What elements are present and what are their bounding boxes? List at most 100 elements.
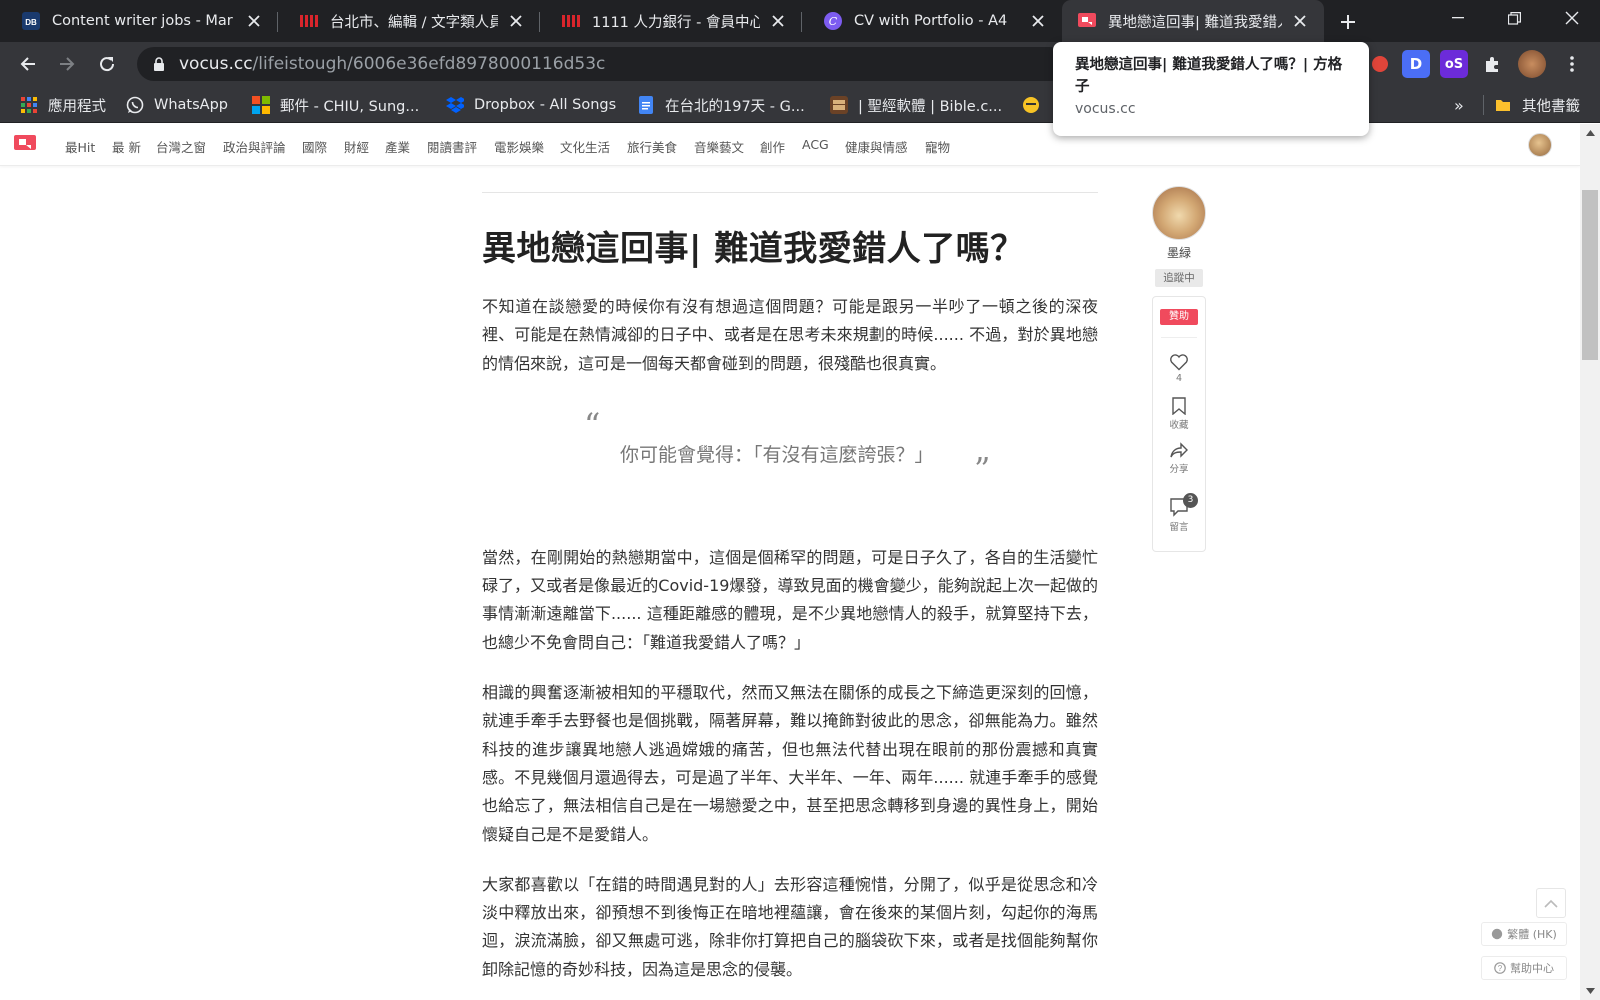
nav-international[interactable]: 國際 (302, 137, 327, 156)
nav-health[interactable]: 健康與情感 (845, 137, 908, 156)
smiley-icon (1022, 96, 1040, 114)
tab-close-icon[interactable] (766, 9, 790, 33)
user-avatar[interactable] (1528, 133, 1552, 157)
bookmark-whatsapp[interactable]: WhatsApp (126, 93, 228, 117)
nav-creation[interactable]: 創作 (760, 137, 785, 156)
restore-button[interactable] (1486, 0, 1542, 36)
nav-taiwan[interactable]: 台灣之窗 (156, 137, 206, 156)
db-icon: DB (22, 12, 40, 30)
profile-avatar[interactable] (1518, 50, 1546, 78)
hover-card-host: vocus.cc (1075, 101, 1136, 117)
tab-hover-card: 異地戀這回事| 難道我愛錯人了嗎？| 方格子 vocus.cc (1053, 42, 1369, 136)
scroll-to-top-button[interactable] (1536, 888, 1566, 918)
tab-close-icon[interactable] (1288, 9, 1312, 33)
os-extension-icon[interactable]: oS (1440, 50, 1468, 78)
bookmark-label: 收藏 (1169, 420, 1189, 431)
bookmark-apps[interactable]: 應用程式 (20, 93, 106, 117)
scrollbar-thumb[interactable] (1582, 190, 1598, 360)
author-avatar[interactable] (1152, 186, 1206, 240)
tab-content-writer-jobs[interactable]: DB Content writer jobs - Mar (0, 0, 278, 42)
tab-title: 台北市、編輯 / 文字類人員 (330, 14, 498, 31)
nav-acg[interactable]: ACG (802, 137, 829, 152)
new-tab-button[interactable] (1334, 8, 1362, 36)
url-host: vocus.cc (179, 54, 253, 74)
browser-tab-strip: DB Content writer jobs - Mar 台北市、編輯 / 文字… (0, 0, 1600, 42)
bookmark-google-doc[interactable]: 在台北的197天 - G... (637, 93, 805, 117)
nav-books[interactable]: 閱讀書評 (427, 137, 477, 156)
globe-icon (1492, 928, 1503, 940)
chrome-menu-icon[interactable] (1558, 50, 1586, 78)
tab-close-icon[interactable] (242, 9, 266, 33)
nav-music-art[interactable]: 音樂藝文 (694, 137, 744, 156)
bookmark-label: 其他書籤 (1522, 98, 1580, 115)
minimize-button[interactable] (1430, 0, 1486, 36)
bookmark-dropbox[interactable]: Dropbox - All Songs (446, 93, 616, 117)
help-center-button[interactable]: ? 幫助中心 (1481, 956, 1567, 980)
bookmark-other[interactable]: 其他書籤 (1494, 93, 1580, 117)
bookmark-mail[interactable]: 郵件 - CHIU, Sung... (252, 93, 419, 117)
tab-taipei-editor-jobs[interactable]: 台北市、編輯 / 文字類人員 (278, 0, 540, 42)
apps-grid-icon (20, 96, 38, 114)
nav-pets[interactable]: 寵物 (925, 137, 950, 156)
forward-button[interactable] (53, 50, 81, 78)
close-window-button[interactable] (1544, 0, 1600, 36)
article-paragraph: 相識的興奮逐漸被相知的平穩取代，然而又無法在關係的成長之下締造更深刻的回憶，就連… (482, 683, 1098, 844)
red-extension-icon[interactable] (1366, 50, 1394, 78)
article-paragraph: 不知道在談戀愛的時候你有沒有想過這個問題？可能是跟另一半吵了一頓之後的深夜裡、可… (482, 297, 1098, 373)
reload-button[interactable] (93, 50, 121, 78)
address-bar[interactable]: vocus.cc/lifeistough/6006e36efd897800011… (137, 47, 1067, 81)
tab-active-article[interactable]: 異地戀這回事| 難道我愛錯人了嗎？ (1062, 0, 1324, 42)
scroll-up-arrow[interactable] (1580, 124, 1600, 142)
nav-finance[interactable]: 財經 (344, 137, 369, 156)
nav-movies[interactable]: 電影娛樂 (494, 137, 544, 156)
bookmark-bible[interactable]: | 聖經軟體 | Bible.c... (830, 93, 1002, 117)
comment-label: 留言 (1169, 522, 1189, 533)
comment-button[interactable]: 3 留言 (1153, 493, 1205, 533)
back-button[interactable] (14, 50, 42, 78)
author-name[interactable]: 墨緑 (1152, 244, 1206, 261)
nav-travel[interactable]: 旅行美食 (627, 137, 677, 156)
heart-icon (1170, 354, 1188, 371)
quote-close-mark: ” (974, 449, 991, 488)
language-label: 繁體 (HK) (1507, 928, 1557, 941)
bookmark-label: WhatsApp (154, 97, 228, 113)
nav-latest[interactable]: 最 新 (112, 137, 141, 156)
bookmark-smiley[interactable] (1022, 93, 1050, 117)
svg-text:C: C (829, 15, 838, 28)
scroll-down-arrow[interactable] (1580, 982, 1600, 1000)
tab-title: 1111 人力銀行 - 會員中心 - (592, 14, 760, 31)
quote-text: 你可能會覺得：「有沒有這麼誇張？」 (620, 443, 934, 466)
language-button[interactable]: 繁體 (HK) (1481, 922, 1567, 946)
tab-close-icon[interactable] (504, 9, 528, 33)
tab-title: Content writer jobs - Mar (52, 13, 233, 29)
actions-divider (1161, 337, 1197, 338)
article-actions: 贊助 4 收藏 分享 3 留言 (1152, 296, 1206, 552)
sponsor-button[interactable]: 贊助 (1160, 309, 1198, 325)
svg-text:DB: DB (25, 18, 37, 27)
nav-politics[interactable]: 政治與評論 (223, 137, 286, 156)
quote-open-mark: “ (584, 405, 601, 444)
folder-icon (1494, 96, 1512, 114)
bookmarks-overflow-button[interactable]: » (1454, 93, 1464, 117)
canva-icon: C (824, 12, 842, 30)
nav-hit[interactable]: 最Hit (65, 137, 95, 156)
microsoft-icon (252, 96, 270, 114)
bookmark-icon (1172, 397, 1186, 415)
bookmark-button[interactable]: 收藏 (1153, 397, 1205, 431)
vocus-logo[interactable] (14, 135, 36, 153)
nav-culture[interactable]: 文化生活 (560, 137, 610, 156)
puzzle-extensions-icon[interactable] (1478, 50, 1506, 78)
follow-status-button[interactable]: 追蹤中 (1155, 269, 1203, 287)
like-button[interactable]: 4 (1153, 353, 1205, 384)
tab-1111-member-center[interactable]: 1111 人力銀行 - 會員中心 - (540, 0, 802, 42)
share-button[interactable]: 分享 (1153, 441, 1205, 475)
job-bank-icon (562, 12, 580, 30)
docs-icon (637, 96, 655, 114)
bookmark-label: 郵件 - CHIU, Sung... (280, 98, 420, 115)
tab-cv-portfolio[interactable]: C CV with Portfolio - A4 (802, 0, 1062, 42)
article-paragraph: 當然，在剛開始的熱戀期當中，這個是個稀罕的問題，可是日子久了，各自的生活變忙碌了… (482, 547, 1098, 652)
d-extension-icon[interactable]: D (1402, 50, 1430, 78)
bible-icon (830, 96, 848, 114)
tab-close-icon[interactable] (1026, 9, 1050, 33)
nav-industry[interactable]: 產業 (385, 137, 410, 156)
